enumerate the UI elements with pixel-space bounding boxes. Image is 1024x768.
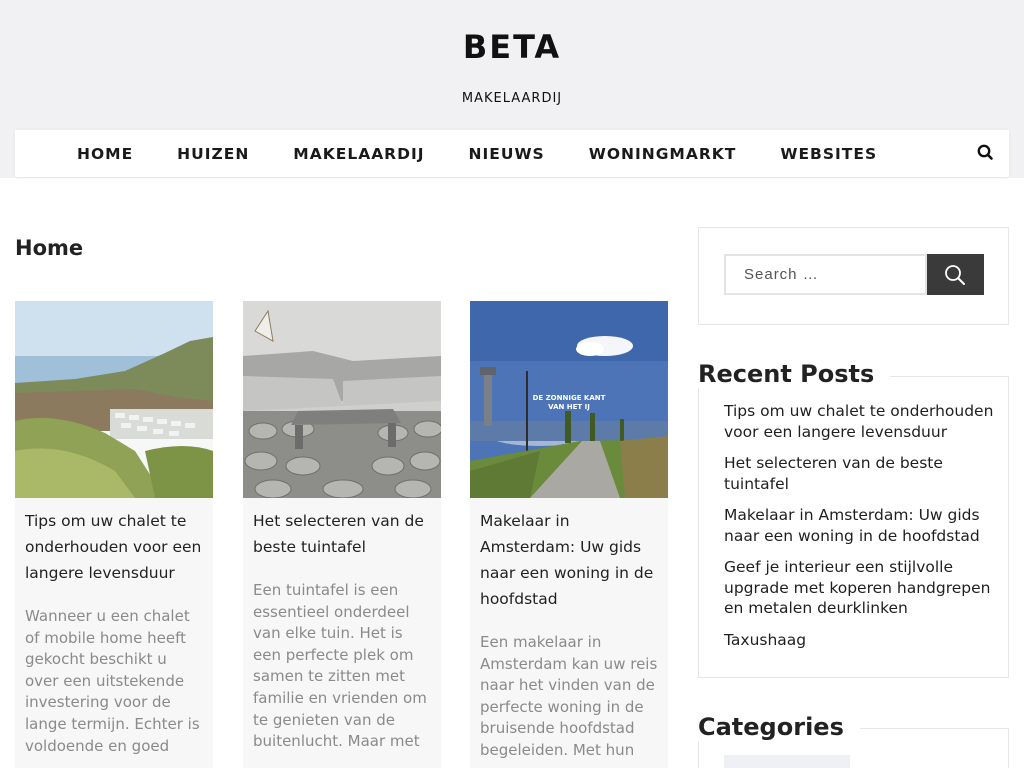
- search-button[interactable]: [927, 254, 984, 295]
- search-widget: [698, 227, 1009, 325]
- nav-item-woningmarkt[interactable]: WONINGMARKT: [589, 145, 737, 163]
- post-excerpt: Een makelaar in Amsterdam kan uw reis na…: [480, 633, 658, 759]
- image-caption-line2: VAN HET IJ: [548, 403, 590, 411]
- recent-post-link[interactable]: Tips om uw chalet te onderhouden voor ee…: [724, 401, 994, 442]
- recent-post-link[interactable]: Makelaar in Amsterdam: Uw gids naar een …: [724, 505, 994, 546]
- post-image-amsterdam[interactable]: DE ZONNIGE KANT VAN HET IJ: [470, 301, 668, 498]
- main-navigation: HOME HUIZEN MAKELAARDIJ NIEUWS WONINGMAR…: [15, 130, 1009, 177]
- site-title[interactable]: BETA: [0, 28, 1024, 66]
- recent-post-link[interactable]: Taxushaag: [724, 630, 994, 651]
- recent-post-link[interactable]: Het selecteren van de beste tuintafel: [724, 453, 994, 494]
- image-caption-line1: DE ZONNIGE KANT: [533, 394, 606, 402]
- categories-list: [724, 755, 850, 768]
- nav-item-home[interactable]: HOME: [77, 145, 133, 163]
- post-card: Het selecteren van de beste tuintafel Ee…: [243, 301, 441, 768]
- post-image-chalet[interactable]: [15, 301, 213, 498]
- post-title[interactable]: Makelaar in Amsterdam: Uw gids naar een …: [470, 498, 668, 612]
- recent-posts-heading: Recent Posts: [698, 360, 891, 388]
- nav-item-huizen[interactable]: HUIZEN: [177, 145, 249, 163]
- page-title: Home: [15, 236, 84, 260]
- post-image-tuintafel[interactable]: [243, 301, 441, 498]
- nav-item-websites[interactable]: WEBSITES: [780, 145, 877, 163]
- site-tagline: MAKELAARDIJ: [461, 91, 563, 106]
- nav-item-nieuws[interactable]: NIEUWS: [469, 145, 545, 163]
- recent-posts-list: Tips om uw chalet te onderhouden voor ee…: [724, 401, 994, 661]
- post-card: DE ZONNIGE KANT VAN HET IJ Makelaar in A…: [470, 301, 668, 768]
- nav-item-makelaardij[interactable]: MAKELAARDIJ: [293, 145, 424, 163]
- post-excerpt: Wanneer u een chalet of mobile home heef…: [25, 607, 200, 755]
- recent-posts-widget: Tips om uw chalet te onderhouden voor ee…: [698, 376, 1009, 678]
- post-title[interactable]: Het selecteren van de beste tuintafel: [243, 498, 441, 560]
- recent-post-link[interactable]: Geef je interieur een stijlvolle upgrade…: [724, 557, 994, 619]
- search-icon: [945, 265, 965, 285]
- search-icon[interactable]: [975, 142, 997, 164]
- categories-heading: Categories: [698, 713, 860, 741]
- post-title[interactable]: Tips om uw chalet te onderhouden voor ee…: [15, 498, 213, 586]
- post-excerpt: Een tuintafel is een essentieel onderdee…: [253, 581, 427, 751]
- nav-menu: HOME HUIZEN MAKELAARDIJ NIEUWS WONINGMAR…: [77, 130, 921, 177]
- search-input[interactable]: [724, 254, 927, 295]
- post-card: Tips om uw chalet te onderhouden voor ee…: [15, 301, 213, 768]
